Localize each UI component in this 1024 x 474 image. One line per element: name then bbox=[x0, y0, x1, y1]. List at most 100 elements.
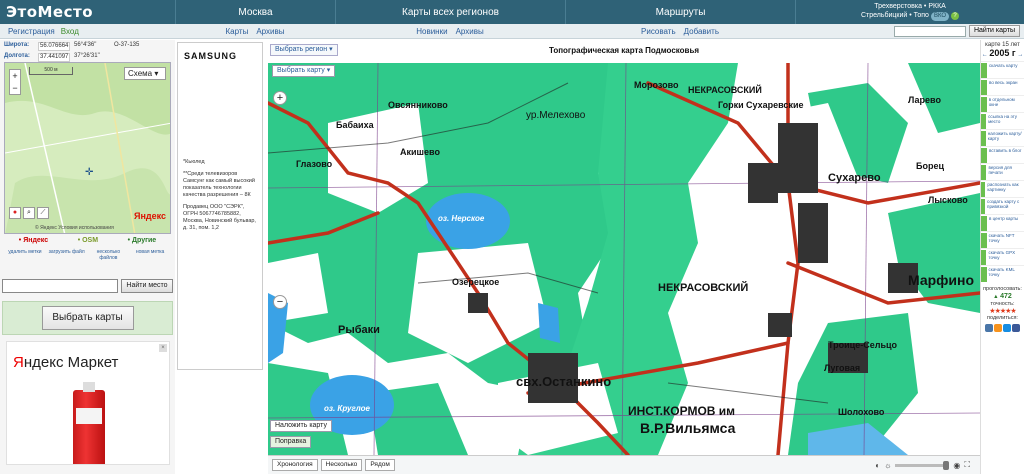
routes-add-link[interactable]: Добавить bbox=[684, 27, 719, 36]
marker-actions: удалить метки загрузить файл несколько ф… bbox=[4, 249, 171, 271]
provider-osm[interactable]: • OSM bbox=[78, 237, 98, 247]
tool-recognize-label: распознать как картинку bbox=[987, 182, 1019, 192]
map-tools-list: скачать карту во весь экран в отдельном … bbox=[981, 61, 1024, 282]
mail-icon[interactable] bbox=[1003, 324, 1011, 332]
fullscreen-icon[interactable]: ⛶ bbox=[964, 460, 970, 470]
ok-icon[interactable] bbox=[994, 324, 1002, 332]
accuracy-stars[interactable]: ★★★★★ bbox=[981, 308, 1024, 315]
sheet-code[interactable]: O-37-135 bbox=[110, 42, 160, 51]
nav-all-regions[interactable]: Карты всех регионов bbox=[335, 0, 565, 24]
mini-map-zoom-in[interactable]: + bbox=[10, 70, 20, 82]
tool-recognize[interactable]: распознать как картинку bbox=[981, 180, 1024, 197]
map-types-line1[interactable]: Трехверстовка • РККА bbox=[796, 2, 1024, 11]
facebook-icon[interactable] bbox=[1012, 324, 1020, 332]
map-zoom-in[interactable]: + bbox=[273, 91, 287, 105]
zoom-search-icon[interactable]: ⌕ bbox=[23, 207, 35, 219]
routes-draw-link[interactable]: Рисовать bbox=[641, 27, 676, 36]
tool-overlay[interactable]: наложить карту/карту bbox=[981, 129, 1024, 146]
help-icon[interactable]: ? bbox=[951, 12, 960, 20]
vko-badge[interactable]: ВКО bbox=[930, 12, 950, 21]
choose-card-button[interactable]: Выбрать карту ▾ bbox=[272, 65, 336, 77]
tool-new-window-label: в отдельном окне bbox=[988, 97, 1015, 107]
longitude-value[interactable]: 37.441097 bbox=[38, 53, 70, 62]
prev-year-icon[interactable]: ← bbox=[982, 52, 988, 58]
contrast-icon[interactable]: ◐ bbox=[875, 461, 880, 470]
mini-map-scale: 500 м bbox=[29, 67, 73, 75]
share-label: поделиться: bbox=[987, 315, 1018, 321]
nearby-button[interactable]: Рядом bbox=[365, 459, 395, 471]
login-link[interactable]: Вход bbox=[61, 27, 79, 36]
pin-icon[interactable]: ● bbox=[9, 207, 21, 219]
tool-center[interactable]: в центр карты bbox=[981, 214, 1024, 231]
tool-print[interactable]: версия для печати bbox=[981, 163, 1024, 180]
tool-georef[interactable]: создать карту с привязкой bbox=[981, 197, 1024, 214]
maps-search-input[interactable] bbox=[893, 25, 966, 37]
map-year-box: карте 15 лет ← 2005 г → bbox=[981, 40, 1024, 58]
ad-brand: SAMSUNG bbox=[184, 51, 238, 61]
map-label-ozeretskoe: Озерецкое bbox=[452, 277, 499, 287]
regions-archives-link[interactable]: Архивы bbox=[456, 27, 484, 36]
close-icon[interactable]: × bbox=[159, 344, 167, 352]
thumb-up-icon[interactable]: ▲ bbox=[993, 294, 998, 300]
mini-map-zoom[interactable]: + − bbox=[9, 69, 21, 95]
overlay-map-button[interactable]: Наложить карту bbox=[270, 420, 332, 432]
tool-kml[interactable]: скачать KML точку bbox=[981, 265, 1024, 282]
yandex-market-ad[interactable]: × Яндекс Маркет bbox=[6, 341, 170, 465]
tool-nft[interactable]: скачать NFT точку bbox=[981, 231, 1024, 248]
latitude-value[interactable]: 56.076664 bbox=[38, 42, 70, 51]
mini-map[interactable]: + − 500 м Схема ▾ ✛ ● ⌕ ⟋ Яндекс © Яндек… bbox=[4, 62, 171, 234]
moscow-maps-link[interactable]: Карты bbox=[226, 27, 249, 36]
next-year-icon[interactable]: → bbox=[1017, 52, 1023, 58]
map-label-troitse-seltso: Троице-Сельцо bbox=[828, 340, 898, 350]
find-maps-button[interactable]: Найти карты bbox=[968, 25, 1020, 37]
map-label-lake-krugloe: оз. Круглое bbox=[324, 404, 370, 413]
nav-routes[interactable]: Маршруты bbox=[565, 0, 795, 24]
brightness-icon[interactable]: ☼ bbox=[884, 461, 891, 470]
mini-map-copyright[interactable]: © Яндекс Условия использования bbox=[35, 225, 114, 231]
choose-maps-button[interactable]: Выбрать карты bbox=[41, 306, 134, 330]
several-button[interactable]: Несколько bbox=[320, 459, 363, 471]
logo[interactable]: ЭтоМесто bbox=[0, 0, 175, 24]
opacity-slider[interactable] bbox=[895, 460, 950, 470]
tool-fullscreen[interactable]: во весь экран bbox=[981, 78, 1024, 95]
map-types-line2[interactable]: Стрельбицкий • Топо bbox=[861, 12, 929, 19]
vote-count: 472 bbox=[1000, 293, 1012, 300]
topographic-map[interactable]: Овсянниково Бабаиха Акишево Глазово ур.М… bbox=[268, 63, 980, 455]
tool-gpx[interactable]: скачать GPX точку bbox=[981, 248, 1024, 265]
upload-files-link[interactable]: несколько файлов bbox=[88, 249, 130, 271]
map-zoom-out[interactable]: − bbox=[273, 295, 287, 309]
vk-icon[interactable] bbox=[985, 324, 993, 332]
tool-download[interactable]: скачать карту bbox=[981, 61, 1024, 78]
upload-file-link[interactable]: загрузить файл bbox=[46, 249, 88, 271]
tool-kml-label: скачать KML точку bbox=[988, 267, 1015, 277]
eye-icon[interactable]: ◉ bbox=[953, 461, 960, 470]
tool-blog[interactable]: вставить в блог bbox=[981, 146, 1024, 163]
place-search: Найти место bbox=[2, 279, 173, 293]
tool-print-label: версия для печати bbox=[988, 165, 1012, 175]
map-canvas[interactable]: Овсянниково Бабаиха Акишево Глазово ур.М… bbox=[268, 63, 980, 455]
tool-link[interactable]: ссылка на эту место bbox=[981, 112, 1024, 129]
ad-title-letter: Я bbox=[13, 354, 24, 371]
tool-blog-label: вставить в блог bbox=[989, 148, 1022, 153]
chronology-button[interactable]: Хронология bbox=[272, 459, 318, 471]
ruler-icon[interactable]: ⟋ bbox=[37, 207, 49, 219]
mini-map-zoom-out[interactable]: − bbox=[10, 82, 20, 94]
new-marker-link[interactable]: новая метка bbox=[129, 249, 171, 271]
samsung-ad[interactable]: SAMSUNG *Кьюлед **Среди телевизоров Самс… bbox=[177, 42, 263, 370]
moscow-archives-link[interactable]: Архивы bbox=[256, 27, 284, 36]
map-label-ovsyannikovo: Овсянниково bbox=[388, 100, 448, 110]
map-providers: • Яндекс • OSM • Другие bbox=[4, 237, 171, 247]
register-link[interactable]: Регистрация bbox=[8, 27, 55, 36]
regions-new-link[interactable]: Новинки bbox=[416, 27, 447, 36]
find-place-button[interactable]: Найти место bbox=[121, 279, 173, 293]
tool-georef-label: создать карту с привязкой bbox=[987, 199, 1020, 209]
provider-other[interactable]: • Другие bbox=[128, 237, 157, 247]
left-panel: Широта: 56.076664 56°4'36" O-37-135 Долг… bbox=[0, 40, 175, 474]
nav-moscow[interactable]: Москва bbox=[175, 0, 335, 24]
place-search-input[interactable] bbox=[2, 279, 118, 293]
fix-map-button[interactable]: Поправка bbox=[270, 436, 312, 448]
provider-yandex[interactable]: • Яндекс bbox=[19, 237, 48, 247]
remove-markers-link[interactable]: удалить метки bbox=[4, 249, 46, 271]
map-type-select[interactable]: Схема ▾ bbox=[124, 67, 166, 80]
tool-new-window[interactable]: в отдельном окне bbox=[981, 95, 1024, 112]
